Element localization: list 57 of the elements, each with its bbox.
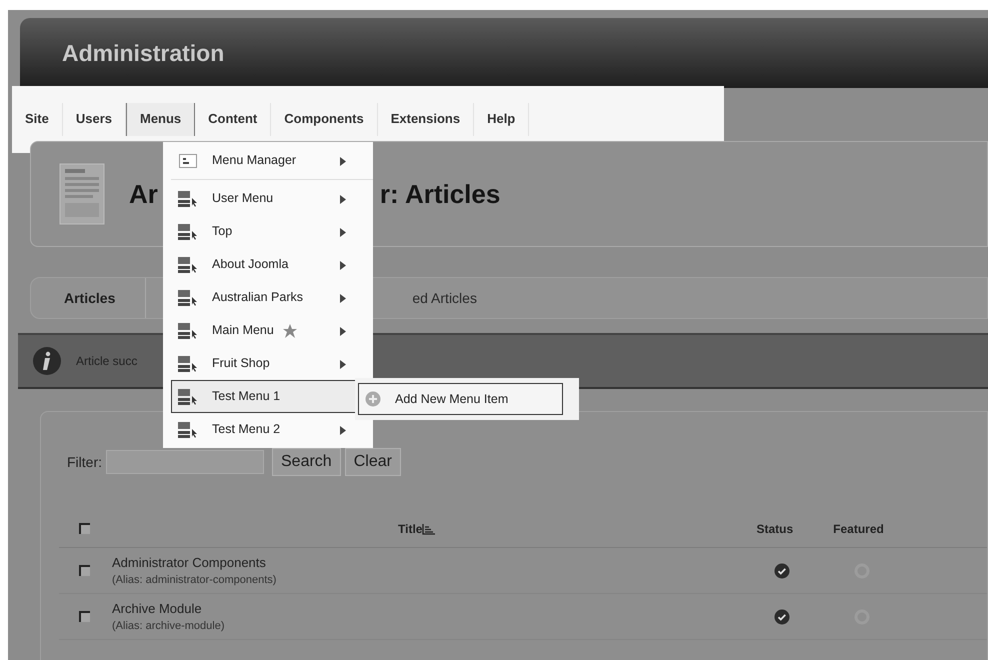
menu-entry[interactable]: About Joomla <box>171 248 357 281</box>
menu-item[interactable]: Site <box>12 103 63 136</box>
info-icon <box>32 346 62 376</box>
menu-entry[interactable]: User Menu <box>171 182 357 215</box>
sort-icon <box>422 522 436 534</box>
menu-icon <box>178 290 198 306</box>
article-alias: (Alias: administrator-components) <box>112 573 278 588</box>
tab[interactable]: ed Articles <box>412 288 477 308</box>
app-title: Administration <box>62 42 224 65</box>
menu-icon <box>178 190 198 206</box>
menu-icon <box>178 322 198 338</box>
column-header[interactable]: Title <box>398 520 422 538</box>
menu-icon <box>178 256 198 272</box>
menu-icon <box>178 224 198 240</box>
menu-entry[interactable]: Fruit Shop <box>171 347 357 380</box>
add-icon <box>365 391 381 407</box>
menu-entry[interactable]: Test Menu 1 <box>171 380 357 413</box>
article-icon <box>59 163 105 225</box>
checkbox[interactable] <box>79 565 90 576</box>
submenu-arrow-icon <box>340 360 346 369</box>
article-title[interactable]: Administrator Components <box>112 552 772 572</box>
column-header[interactable]: Featured <box>833 520 884 538</box>
article-alias: (Alias: archive-module) <box>112 619 226 634</box>
menu-icon <box>178 422 198 438</box>
menu-manager-icon <box>179 154 197 168</box>
menu-item[interactable]: Content <box>195 103 272 136</box>
submenu-arrow-icon <box>340 195 346 204</box>
filter-field[interactable] <box>106 450 264 474</box>
submenu-arrow-icon <box>340 327 346 336</box>
menu-icon <box>178 356 198 372</box>
article-title[interactable]: Archive Module <box>112 598 772 618</box>
search-button[interactable]: Search <box>272 448 341 476</box>
column-header[interactable]: Status <box>756 520 794 538</box>
submenu-arrow-icon <box>340 261 346 270</box>
clear-button[interactable]: Clear <box>344 448 401 476</box>
submenu-arrow-icon <box>340 426 346 435</box>
menu-item[interactable]: Components <box>271 103 378 136</box>
checkbox[interactable] <box>79 611 90 622</box>
tab[interactable]: Articles <box>31 278 146 318</box>
menu-entry[interactable]: Test Menu 2 <box>171 413 357 446</box>
submenu-arrow-icon <box>340 228 346 237</box>
message-text: Article succ <box>76 353 138 370</box>
menu-item[interactable]: Menus <box>126 103 196 136</box>
menu-item[interactable]: Extensions <box>378 103 474 136</box>
filter-label: Filter: <box>67 452 102 472</box>
submenu-entry[interactable]: Add New Menu Item <box>358 383 563 415</box>
menu-icon <box>178 388 198 404</box>
submenu-arrow-icon <box>340 157 346 166</box>
checkbox[interactable] <box>79 523 90 534</box>
page-title: Ar <box>129 178 158 210</box>
submenu-arrow-icon <box>340 294 346 303</box>
menu-entry[interactable]: Australian Parks <box>171 281 357 314</box>
menu-entry[interactable]: Top <box>171 215 357 248</box>
menu-entry[interactable]: Menu Manager <box>171 144 357 177</box>
menu-entry[interactable]: Main Menu <box>171 314 357 347</box>
page-title: r: Articles <box>380 178 500 210</box>
menu-item[interactable]: Help <box>474 103 530 136</box>
